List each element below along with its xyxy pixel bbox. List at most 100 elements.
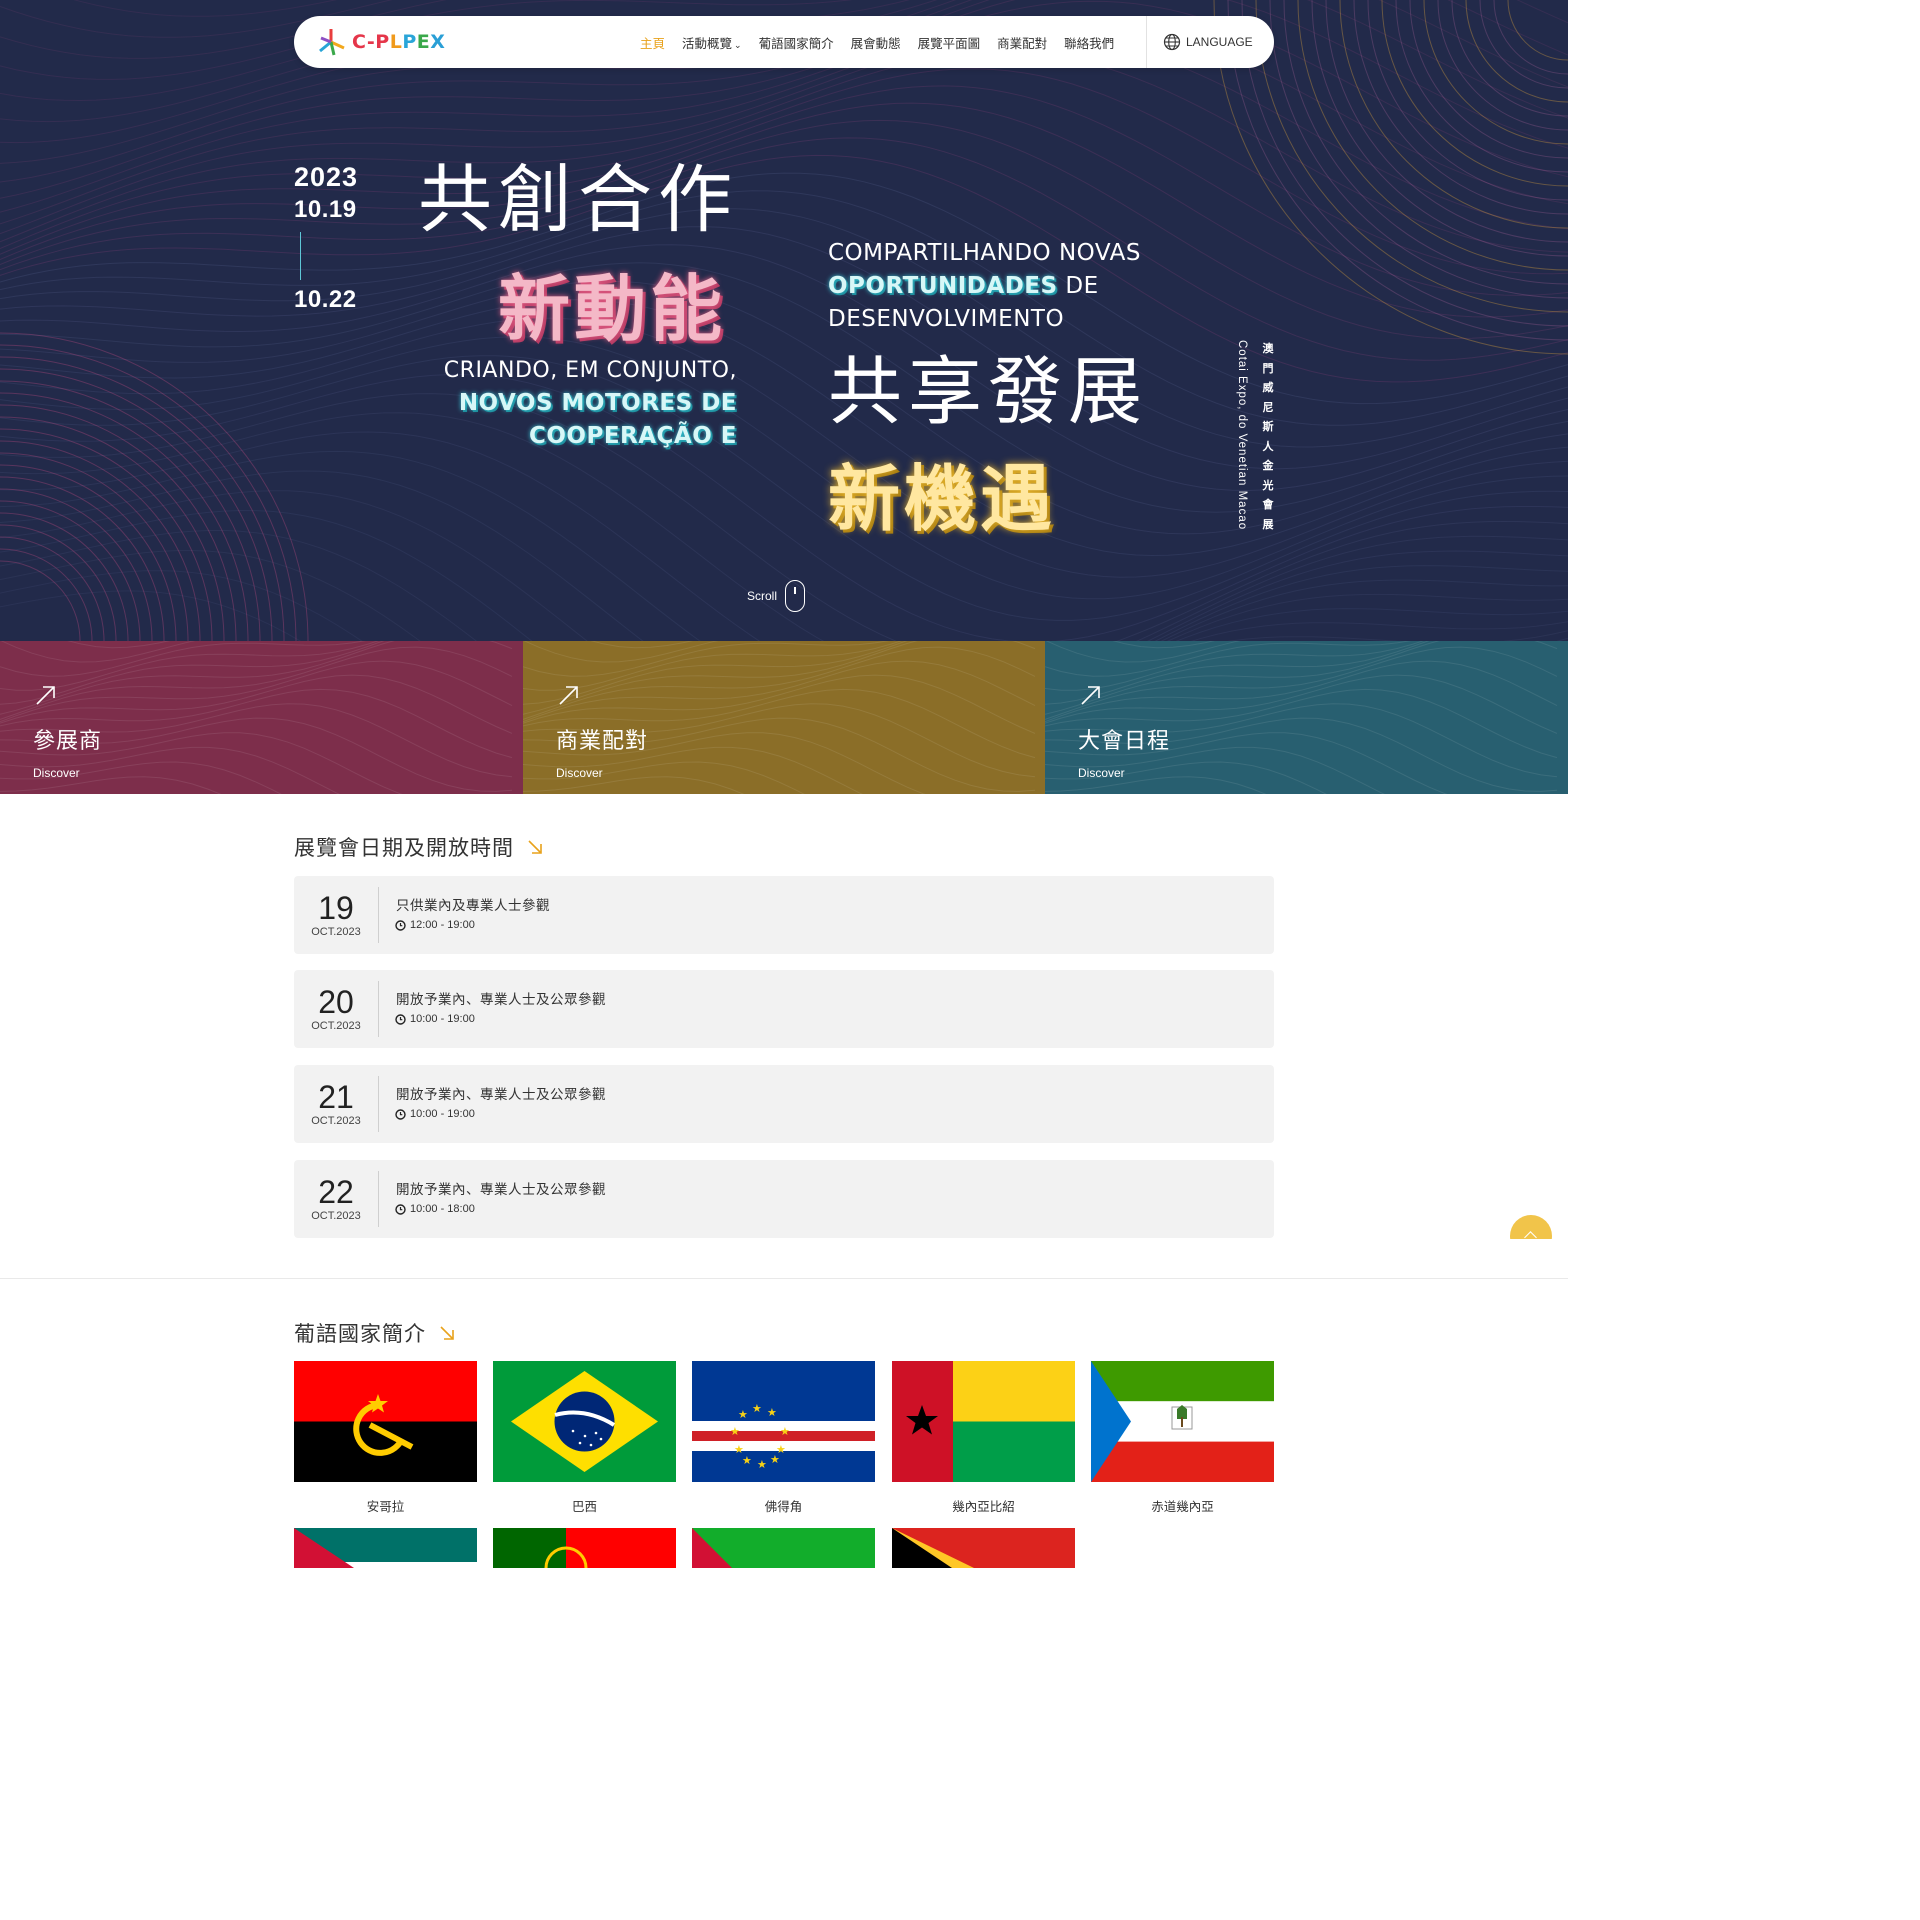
schedule-day: 21 xyxy=(318,1079,354,1115)
arrow-up-right-icon xyxy=(1081,686,1100,705)
countries-title-text: 葡語國家簡介 xyxy=(294,1323,426,1346)
schedule-row: 21 OCT.2023 開放予業內、專業人士及公眾參觀 10:00 - 19:0… xyxy=(294,1065,1274,1143)
nav-item-matching[interactable]: 商業配對 xyxy=(997,33,1047,52)
schedule-title-text: 展覽會日期及開放時間 xyxy=(294,837,514,860)
country-label-brazil[interactable]: 巴西 xyxy=(493,1496,676,1515)
nav-item-home[interactable]: 主頁 xyxy=(640,33,665,52)
schedule-time-text: 10:00 - 18:00 xyxy=(410,1203,475,1215)
schedule-separator xyxy=(378,1076,379,1132)
tile-discover-link[interactable]: Discover xyxy=(556,766,603,780)
arrow-down-right-icon xyxy=(528,840,542,854)
schedule-time-text: 10:00 - 19:00 xyxy=(410,1108,475,1120)
section-divider xyxy=(0,1278,1568,1279)
flag-guinea-bissau-icon[interactable] xyxy=(892,1361,1075,1482)
nav-item-contact[interactable]: 聯絡我們 xyxy=(1064,33,1114,52)
hero-pt-right-line1: COMPARTILHANDO NOVAS xyxy=(828,240,1141,266)
schedule-time-text: 12:00 - 19:00 xyxy=(410,919,475,931)
tile-discover-link[interactable]: Discover xyxy=(1078,766,1125,780)
schedule-description: 開放予業內、專業人士及公眾參觀 xyxy=(396,1087,606,1102)
arrow-up-right-icon xyxy=(559,686,578,705)
clock-icon xyxy=(395,1203,406,1215)
country-label-cape-verde[interactable]: 佛得角 xyxy=(692,1496,875,1515)
schedule-description: 開放予業內、專業人士及公眾參觀 xyxy=(396,992,606,1007)
schedule-month: OCT.2023 xyxy=(311,926,361,938)
event-date-end: 10.22 xyxy=(294,286,357,313)
nav-item-overview[interactable]: 活動概覽 ⌄ xyxy=(682,33,742,52)
hero-pt-left-line1: CRIANDO, EM CONJUNTO, xyxy=(443,358,737,383)
tile-exhibitors[interactable]: 參展商 Discover xyxy=(0,641,523,794)
chevron-up-icon xyxy=(1510,1215,1552,1239)
tile-discover-link[interactable]: Discover xyxy=(33,766,80,780)
hero-pt-left-line2: NOVOS MOTORES DE xyxy=(458,390,737,416)
scroll-label: Scroll xyxy=(747,589,778,603)
mouse-icon xyxy=(785,580,806,612)
schedule-description: 開放予業內、專業人士及公眾參觀 xyxy=(396,1182,606,1197)
venue-name-en: Cotai Expo, do Venetian Macao xyxy=(1236,340,1248,531)
country-label-angola[interactable]: 安哥拉 xyxy=(294,1496,477,1515)
hero-cn-line2: 共享發展 xyxy=(828,349,1148,435)
hero-cn-line1: 共創合作 xyxy=(418,157,738,243)
schedule-section-title: 展覽會日期及開放時間 xyxy=(294,832,544,862)
tile-business-matching[interactable]: 商業配對 Discover xyxy=(523,641,1045,794)
schedule-row: 19 OCT.2023 只供業內及專業人士參觀 12:00 - 19:00 xyxy=(294,876,1274,954)
schedule-day: 22 xyxy=(318,1174,354,1210)
schedule-time: 10:00 - 19:00 xyxy=(395,1013,475,1025)
flag-mozambique-icon[interactable] xyxy=(294,1528,477,1568)
back-to-top-button[interactable] xyxy=(1510,1215,1552,1239)
scroll-indicator[interactable]: Scroll xyxy=(747,580,806,612)
schedule-separator xyxy=(378,887,379,943)
country-label-equatorial-guinea[interactable]: 赤道幾內亞 xyxy=(1091,1496,1274,1515)
nav-item-news[interactable]: 展會動態 xyxy=(851,33,901,52)
svg-text:★: ★ xyxy=(730,1425,740,1438)
schedule-month: OCT.2023 xyxy=(311,1210,361,1222)
hero-pt-right-line2-rest: DE xyxy=(1057,273,1099,299)
main-nav: 主頁 活動概覽 ⌄ 葡語國家簡介 展會動態 展覽平面圖 商業配對 聯絡我們 xyxy=(640,16,1131,68)
logo-text: C-PLPEX xyxy=(352,31,446,53)
schedule-month: OCT.2023 xyxy=(311,1115,361,1127)
flag-brazil-icon[interactable] xyxy=(493,1361,676,1482)
schedule-time: 10:00 - 18:00 xyxy=(395,1203,475,1215)
schedule-description: 只供業內及專業人士參觀 xyxy=(396,898,550,913)
top-navbar: C-PLPEX 主頁 活動概覽 ⌄ 葡語國家簡介 展會動態 展覽平面圖 商業配對 … xyxy=(294,16,1274,68)
flag-portugal-icon[interactable] xyxy=(493,1528,676,1568)
event-date-start: 10.19 xyxy=(294,196,357,223)
hero-pt-left: CRIANDO, EM CONJUNTO, NOVOS MOTORES DE C… xyxy=(430,354,737,453)
schedule-day: 19 xyxy=(318,890,354,926)
feature-tiles: 參展商 Discover 商業配對 Discover 大會日程 Discover xyxy=(0,641,1568,794)
date-divider-line xyxy=(300,232,301,280)
nav-item-floorplan[interactable]: 展覽平面圖 xyxy=(918,33,981,52)
svg-text:★: ★ xyxy=(738,1408,748,1421)
globe-icon xyxy=(1163,33,1181,51)
hero-cn-line2-highlight: 新機遇 xyxy=(828,457,1057,541)
schedule-separator xyxy=(378,981,379,1037)
nav-item-overview-label: 活動概覽 xyxy=(682,36,733,51)
hero-banner: C-PLPEX 主頁 活動概覽 ⌄ 葡語國家簡介 展會動態 展覽平面圖 商業配對 … xyxy=(0,0,1568,641)
flag-timor-leste-icon[interactable] xyxy=(892,1528,1075,1568)
tile-title: 商業配對 xyxy=(556,728,649,753)
tile-programme[interactable]: 大會日程 Discover xyxy=(1045,641,1568,794)
hero-pt-right: COMPARTILHANDO NOVAS OPORTUNIDADES DE DE… xyxy=(828,237,1141,336)
hero-pt-right-line3: DESENVOLVIMENTO xyxy=(828,306,1065,332)
arrow-down-right-icon xyxy=(440,1326,454,1340)
site-logo[interactable]: C-PLPEX xyxy=(316,26,445,58)
countries-section-title: 葡語國家簡介 xyxy=(294,1318,456,1348)
flag-equatorial-guinea-icon[interactable] xyxy=(1091,1361,1274,1482)
clock-icon xyxy=(395,1013,406,1025)
schedule-day: 20 xyxy=(318,984,354,1020)
country-label-guinea-bissau[interactable]: 幾內亞比紹 xyxy=(892,1496,1075,1515)
hero-cn-line1-highlight: 新動能 xyxy=(498,267,727,351)
nav-item-countries[interactable]: 葡語國家簡介 xyxy=(759,33,834,52)
schedule-month: OCT.2023 xyxy=(311,1020,361,1032)
flag-angola-icon[interactable] xyxy=(294,1361,477,1482)
chevron-down-icon: ⌄ xyxy=(734,39,742,50)
hero-pt-right-line2-highlight: OPORTUNIDADES xyxy=(828,273,1058,299)
venue-name-cn: 澳門威尼斯人金光會展 xyxy=(1262,343,1274,531)
svg-text:★: ★ xyxy=(742,1454,752,1467)
tile-title: 大會日程 xyxy=(1078,728,1171,753)
schedule-time-text: 10:00 - 19:00 xyxy=(410,1013,475,1025)
clock-icon xyxy=(395,919,406,931)
language-selector[interactable]: LANGUAGE xyxy=(1146,16,1253,68)
flag-sao-tome-icon[interactable] xyxy=(692,1528,875,1568)
flag-cape-verde-icon[interactable]: ★ ★ ★ ★ ★ ★ ★ ★ ★ ★ xyxy=(692,1361,875,1482)
arrow-up-right-icon xyxy=(36,686,55,705)
